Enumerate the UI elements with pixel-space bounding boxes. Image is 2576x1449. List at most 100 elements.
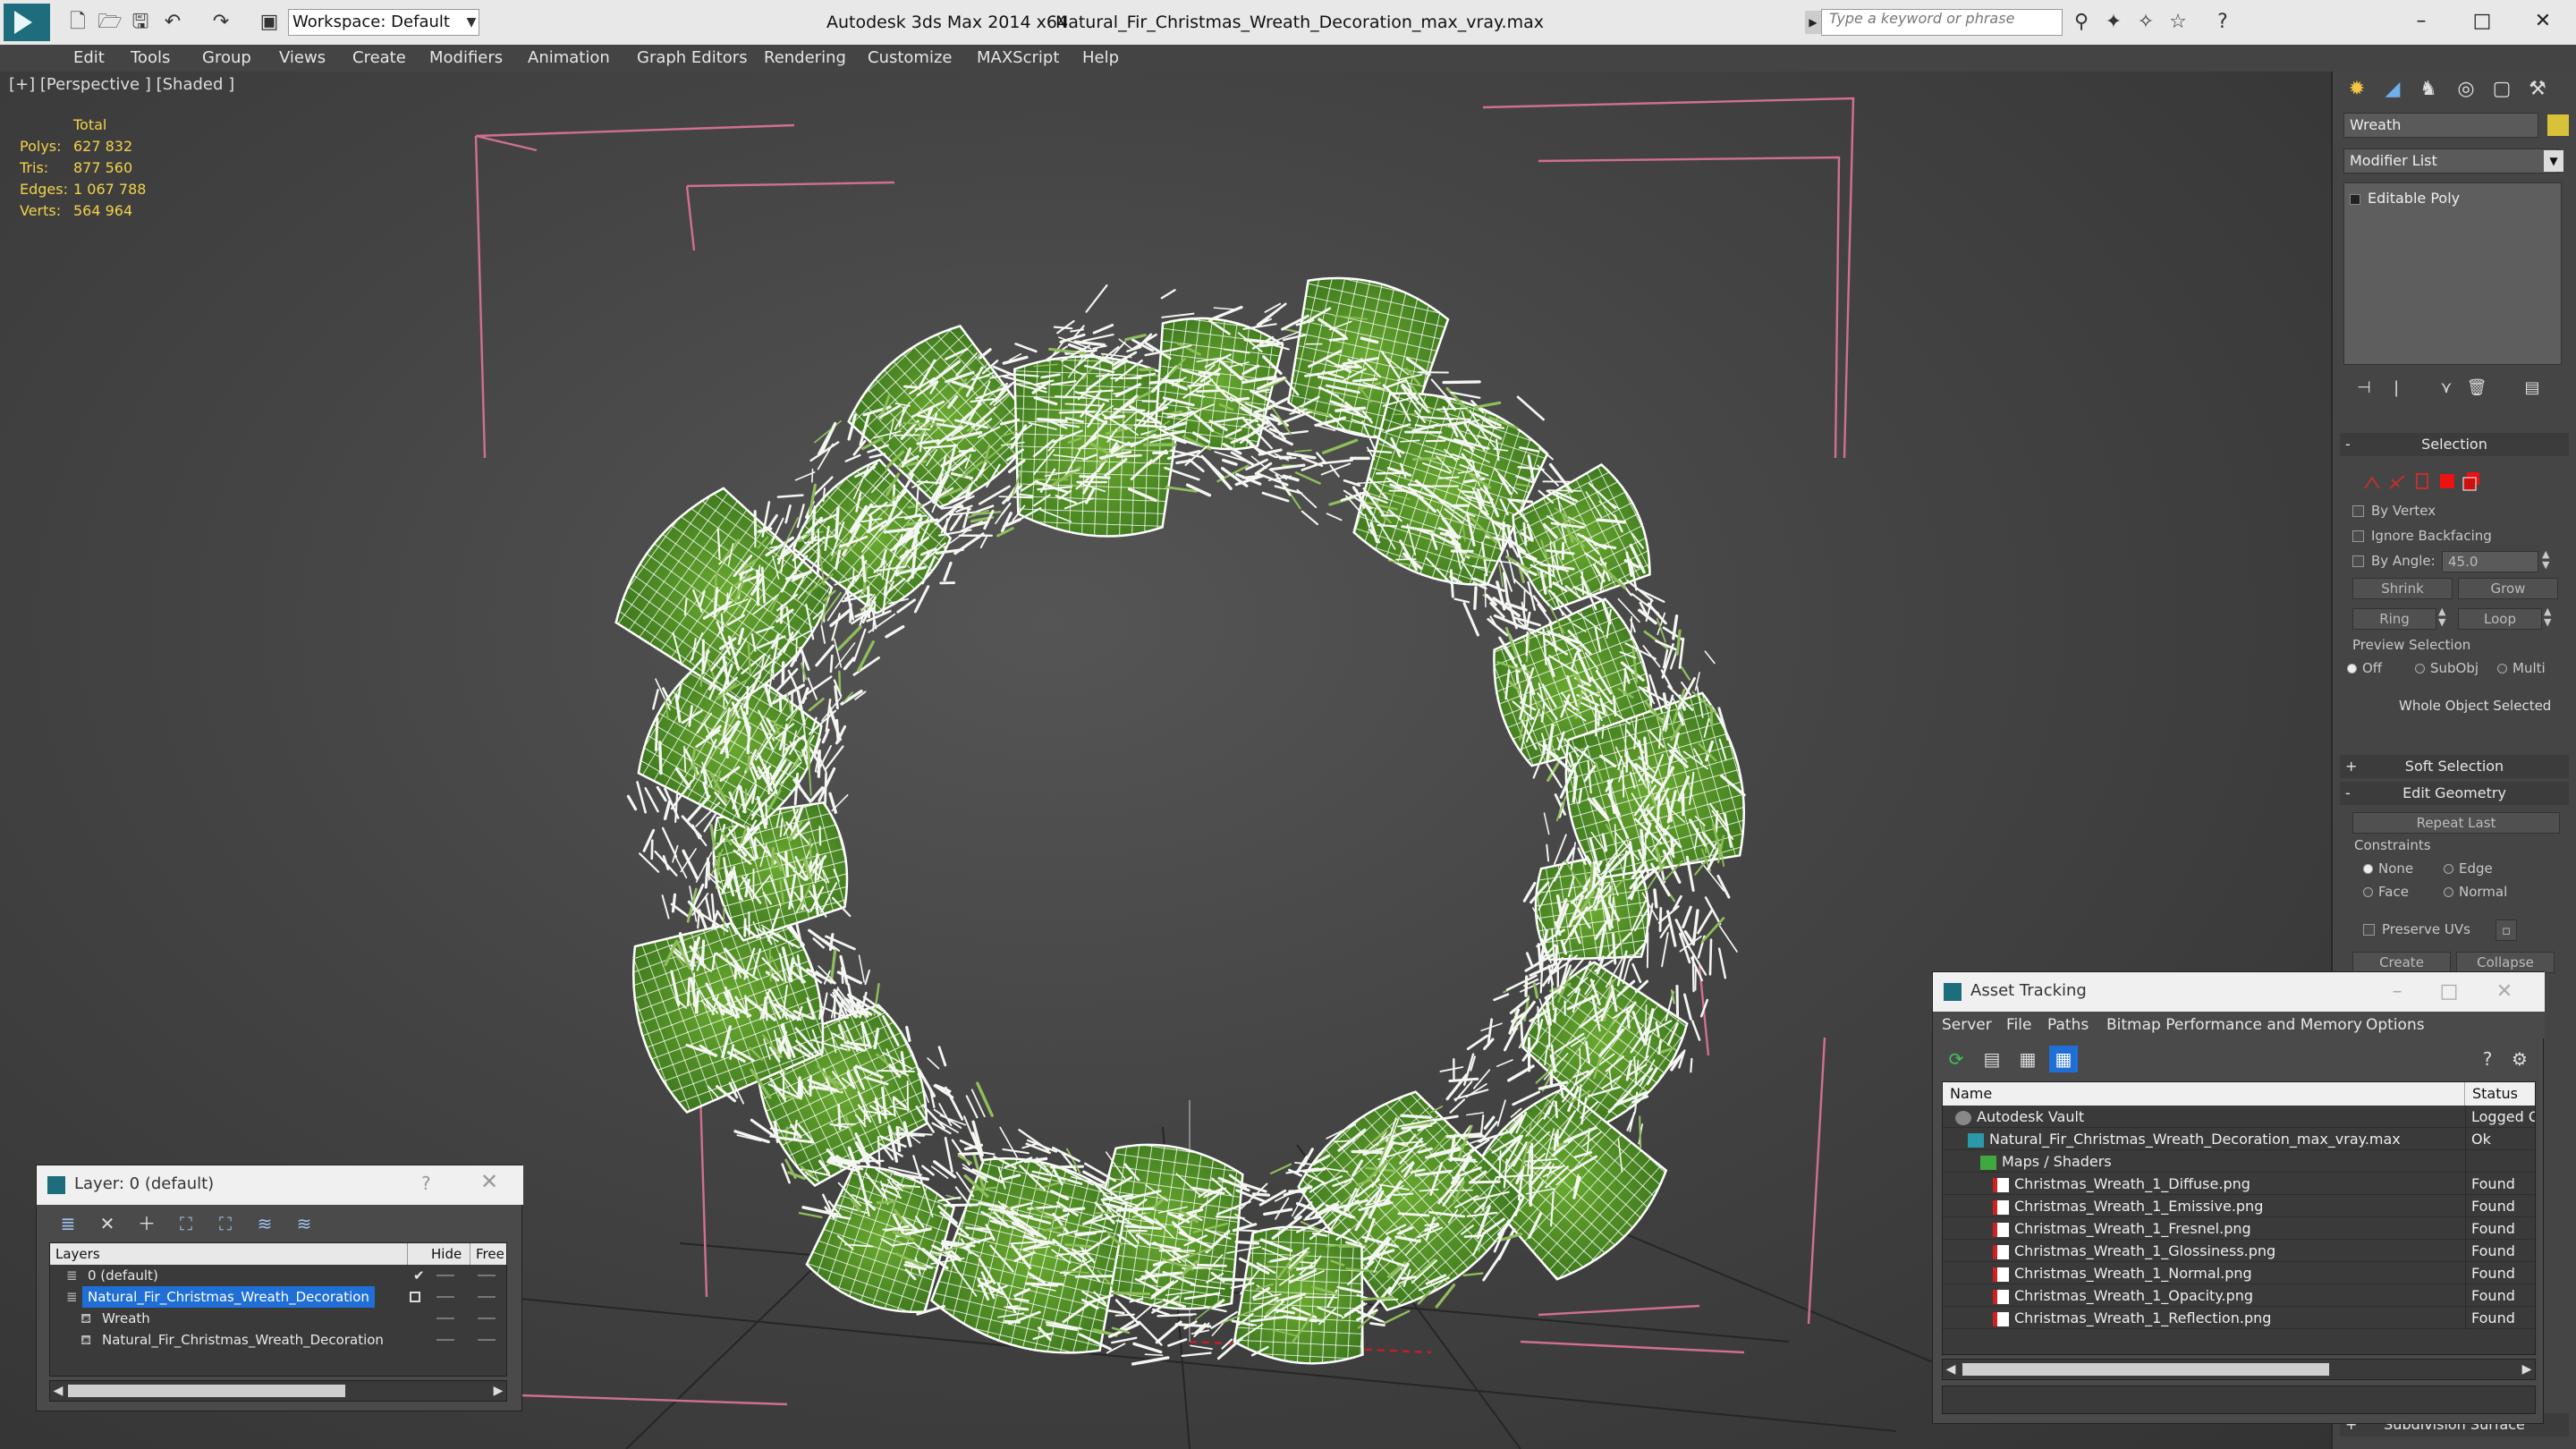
hide-toggle-icon[interactable] — [436, 1275, 454, 1276]
stack-expand-icon[interactable] — [2350, 193, 2360, 205]
layer-row[interactable]: ⛾ Natural_Fir_Christmas_Wreath_Decoration — [50, 1329, 506, 1351]
communication-icon[interactable]: ✧ — [2131, 9, 2161, 36]
menu-help[interactable]: Help — [1082, 45, 1119, 72]
redo-icon[interactable]: ↷ — [208, 9, 234, 36]
grid-view-icon[interactable]: ▦ — [2049, 1046, 2078, 1072]
asset-row[interactable]: Christmas_Wreath_1_Glossiness.png Found — [1943, 1240, 2535, 1262]
layer-toolbar-freeze-all-icon[interactable]: ≋ — [291, 1212, 318, 1235]
freeze-toggle-icon[interactable] — [478, 1275, 496, 1276]
freeze-toggle-icon[interactable] — [478, 1339, 496, 1341]
asset-menu-file[interactable]: File — [2006, 1012, 2031, 1038]
menu-animation[interactable]: Animation — [528, 45, 610, 72]
asset-row[interactable]: Maps / Shaders — [1943, 1150, 2535, 1173]
asset-column-name[interactable]: Name — [1943, 1082, 2465, 1106]
menu-modifiers[interactable]: Modifiers — [429, 45, 503, 72]
save-icon[interactable]: 🖫 — [127, 9, 154, 36]
asset-menu-options[interactable]: Options — [2366, 1012, 2425, 1038]
current-layer-box-icon[interactable] — [410, 1292, 420, 1302]
search-input[interactable]: Type a keyword or phrase — [1821, 9, 2063, 36]
asset-scroll-left-icon[interactable]: ◀ — [1943, 1360, 1959, 1379]
constraint-none-radio[interactable]: None — [2363, 860, 2413, 877]
layer-window-titlebar[interactable]: Layer: 0 (default) ? ✕ — [37, 1165, 523, 1205]
constraint-edge-radio[interactable]: Edge — [2444, 860, 2493, 877]
grow-button[interactable]: Grow — [2458, 578, 2558, 599]
close-icon[interactable]: ✕ — [2521, 5, 2565, 38]
project-folder-icon[interactable]: ▣ — [256, 9, 283, 36]
angle-spinner-arrows-icon[interactable]: ▲ ▼ — [2542, 549, 2549, 571]
remove-modifier-icon[interactable]: 🗑 — [2462, 376, 2492, 401]
search-expand-icon[interactable]: ▶ — [1805, 11, 1821, 34]
by-vertex-checkbox[interactable]: By Vertex — [2352, 503, 2436, 519]
make-unique-icon[interactable]: ⋎ — [2431, 376, 2462, 401]
layer-toolbar-new-layer-icon[interactable]: ≣ — [55, 1212, 81, 1235]
asset-menu-bitmap-performance[interactable]: Bitmap Performance and Memory — [2106, 1012, 2362, 1038]
polygon-mode-icon[interactable] — [2436, 470, 2458, 492]
constraint-face-radio[interactable]: Face — [2363, 884, 2409, 900]
menu-create[interactable]: Create — [352, 45, 406, 72]
layer-scroll-thumb[interactable] — [68, 1385, 345, 1397]
menu-views[interactable]: Views — [279, 45, 326, 72]
scroll-right-icon[interactable]: ▶ — [490, 1381, 506, 1401]
by-angle-checkbox[interactable]: By Angle: — [2352, 553, 2436, 569]
vertex-mode-icon[interactable] — [2361, 470, 2383, 492]
constraint-normal-radio[interactable]: Normal — [2444, 884, 2507, 900]
binoculars-icon[interactable]: ⚲ — [2066, 9, 2097, 36]
object-color-swatch[interactable] — [2547, 114, 2569, 136]
create-tab-icon[interactable]: ✹ — [2340, 73, 2374, 106]
asset-row[interactable]: Christmas_Wreath_1_Diffuse.png Found — [1943, 1173, 2535, 1195]
hide-toggle-icon[interactable] — [436, 1339, 454, 1341]
asset-settings-icon[interactable]: ⚙ — [2505, 1046, 2534, 1072]
asset-row[interactable]: Christmas_Wreath_1_Opacity.png Found — [1943, 1284, 2535, 1307]
viewport-label[interactable]: [+] [Perspective ] [Shaded ] — [9, 75, 234, 94]
wreath-object[interactable] — [604, 268, 1762, 1367]
angle-spinner-input[interactable]: 45.0 — [2442, 551, 2538, 572]
layer-column-hide[interactable]: Hide — [426, 1243, 470, 1265]
layer-toolbar-hide-all-icon[interactable]: ≋ — [251, 1212, 278, 1235]
menu-group[interactable]: Group — [202, 45, 251, 72]
layer-row[interactable]: ≣ 0 (default) ✔ — [50, 1265, 506, 1286]
motion-tab-icon[interactable]: ◎ — [2449, 73, 2483, 106]
preview-off-radio[interactable]: Off — [2347, 660, 2382, 676]
favorites-star-icon[interactable]: ☆ — [2163, 9, 2193, 36]
layer-help-icon[interactable]: ? — [421, 1173, 431, 1194]
layer-column-layers[interactable]: Layers — [50, 1243, 408, 1265]
layer-row[interactable]: ≣ Natural_Fir_Christmas_Wreath_Decoration — [50, 1286, 506, 1308]
layer-toolbar-delete-icon[interactable]: ✕ — [94, 1212, 121, 1235]
app-logo-icon[interactable] — [4, 4, 50, 41]
configure-modifier-sets-icon[interactable]: ▤ — [2517, 376, 2547, 401]
asset-column-status[interactable]: Status — [2465, 1082, 2535, 1106]
subscription-icon[interactable]: ✦ — [2098, 9, 2129, 36]
object-name-field[interactable]: Wreath — [2343, 113, 2538, 138]
ring-button[interactable]: Ring — [2352, 608, 2436, 630]
list-view-icon[interactable]: ▤ — [1978, 1046, 2006, 1072]
asset-window-titlebar[interactable]: Asset Tracking – □ ✕ — [1933, 972, 2545, 1012]
modifier-list-arrow-icon[interactable]: ▼ — [2544, 150, 2563, 172]
new-file-icon[interactable]: 🗋 — [64, 9, 91, 36]
edge-mode-icon[interactable] — [2386, 470, 2408, 492]
preview-subobj-radio[interactable]: SubObj — [2415, 660, 2479, 676]
loop-spinner-icon[interactable]: ▲ ▼ — [2544, 606, 2551, 628]
create-button[interactable]: Create — [2352, 952, 2451, 973]
soft-selection-rollout[interactable]: + Soft Selection — [2340, 755, 2569, 778]
modifier-list-dropdown[interactable]: Modifier List — [2343, 148, 2558, 174]
help-icon[interactable]: ? — [2207, 9, 2238, 36]
asset-row[interactable]: Natural_Fir_Christmas_Wreath_Decoration_… — [1943, 1128, 2535, 1150]
preview-multi-radio[interactable]: Multi — [2497, 660, 2546, 676]
refresh-icon[interactable]: ⟳ — [1942, 1046, 1970, 1072]
layer-row[interactable]: ⛾ Wreath — [50, 1308, 506, 1329]
repeat-last-button[interactable]: Repeat Last — [2352, 812, 2560, 834]
asset-menu-paths[interactable]: Paths — [2047, 1012, 2089, 1038]
layer-column-freeze[interactable]: Free — [470, 1243, 506, 1265]
loop-button[interactable]: Loop — [2458, 608, 2542, 630]
asset-horizontal-scrollbar[interactable]: ◀ ▶ — [1942, 1359, 2536, 1380]
active-check-icon[interactable]: ✔ — [413, 1265, 425, 1286]
collapse-button[interactable]: Collapse — [2456, 952, 2555, 973]
preserve-uvs-settings-icon[interactable]: ▫ — [2496, 919, 2517, 941]
utilities-tab-icon[interactable]: ⚒ — [2521, 73, 2555, 106]
asset-row[interactable]: Christmas_Wreath_1_Normal.png Found — [1943, 1262, 2535, 1284]
preserve-uvs-checkbox[interactable]: Preserve UVs — [2363, 921, 2470, 937]
display-tab-icon[interactable]: ▢ — [2485, 73, 2519, 106]
shrink-button[interactable]: Shrink — [2352, 578, 2453, 599]
modify-tab-icon[interactable]: ◢ — [2376, 73, 2410, 106]
asset-row[interactable]: Christmas_Wreath_1_Fresnel.png Found — [1943, 1217, 2535, 1240]
